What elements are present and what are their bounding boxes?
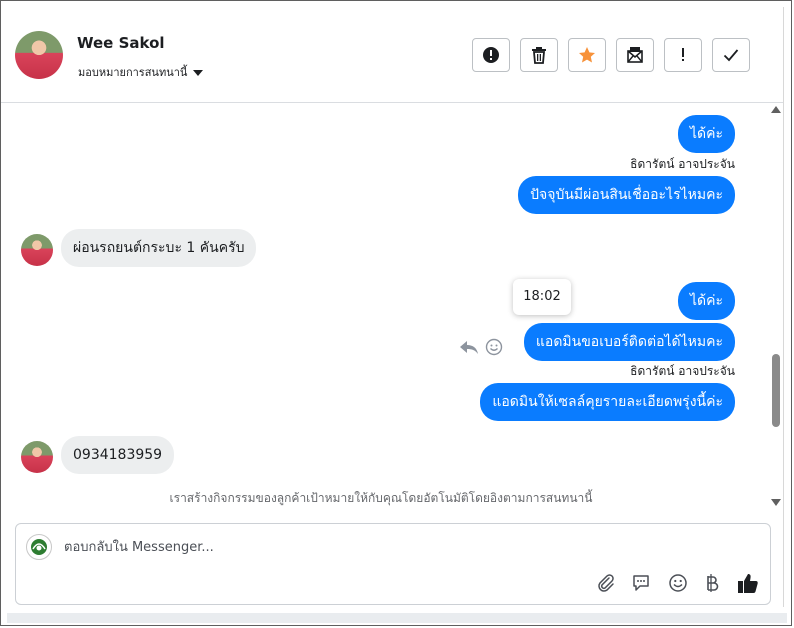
- page-logo-icon: [31, 539, 47, 555]
- scroll-down-arrow-icon[interactable]: [771, 499, 781, 506]
- mark-unread-button[interactable]: [616, 38, 654, 72]
- follow-up-button[interactable]: [664, 38, 702, 72]
- react-emoji-icon[interactable]: [485, 338, 503, 356]
- check-icon: [723, 49, 739, 62]
- conversation-panel: Wee Sakol มอบหมายการสนทนานี้ ได้ค่ะ ธิดา…: [0, 0, 792, 626]
- message-timestamp-tooltip: 18:02: [513, 279, 571, 315]
- scroll-up-arrow-icon[interactable]: [771, 106, 781, 113]
- envelope-icon: [627, 47, 643, 63]
- contact-avatar-small[interactable]: [21, 441, 53, 473]
- panel-divider: [783, 7, 784, 607]
- sender-name: ธิดารัตน์ อาจประจัน: [630, 364, 735, 378]
- contact-avatar-small[interactable]: [21, 234, 53, 266]
- reply-composer: [15, 523, 771, 605]
- exclamation-circle-icon: [483, 47, 499, 63]
- message-bubble-incoming[interactable]: ผ่อนรถยนต์กระบะ 1 คันครับ: [61, 229, 257, 267]
- star-button[interactable]: [568, 38, 606, 72]
- contact-avatar[interactable]: [15, 31, 63, 79]
- spam-button[interactable]: [472, 38, 510, 72]
- emoji-icon[interactable]: [666, 571, 690, 595]
- page-avatar: [26, 534, 52, 560]
- assign-conversation-dropdown[interactable]: มอบหมายการสนทนานี้: [78, 63, 204, 81]
- scrollbar-thumb[interactable]: [772, 354, 780, 427]
- message-bubble-outgoing[interactable]: แอดมินให้เซลล์คุยรายละเอียดพรุ่งนี้ค่ะ: [480, 383, 735, 421]
- message-bubble-incoming[interactable]: 0934183959: [61, 436, 175, 474]
- delete-button[interactable]: [520, 38, 558, 72]
- trash-icon: [532, 47, 546, 64]
- message-bubble-outgoing[interactable]: ได้ค่ะ: [677, 115, 735, 153]
- message-actions: [459, 338, 503, 356]
- assign-label: มอบหมายการสนทนานี้: [78, 66, 188, 79]
- sender-name: ธิดารัตน์ อาจประจัน: [630, 157, 735, 171]
- contact-name[interactable]: Wee Sakol: [77, 34, 165, 52]
- system-note: เราสร้างกิจกรรมของลูกค้าเป้าหมายให้กับคุ…: [169, 491, 593, 505]
- message-bubble-outgoing[interactable]: แอดมินขอเบอร์ติดต่อได้ไหมคะ: [523, 323, 735, 361]
- done-button[interactable]: [712, 38, 750, 72]
- conversation-header: Wee Sakol มอบหมายการสนทนานี้: [1, 1, 783, 103]
- caret-down-icon: [193, 70, 204, 76]
- baht-payment-icon[interactable]: [700, 571, 724, 595]
- bottom-strip: [7, 613, 787, 623]
- reply-input[interactable]: [64, 536, 624, 558]
- message-bubble-outgoing[interactable]: ได้ค่ะ: [677, 282, 735, 320]
- paperclip-icon[interactable]: [594, 571, 618, 595]
- reply-icon[interactable]: [459, 338, 479, 356]
- saved-reply-icon[interactable]: [629, 571, 653, 595]
- star-icon: [579, 47, 595, 63]
- like-icon[interactable]: [736, 571, 760, 595]
- message-bubble-outgoing[interactable]: ปัจจุบันมีผ่อนสินเชื่ออะไรไหมคะ: [518, 176, 735, 214]
- exclamation-icon: [682, 48, 684, 61]
